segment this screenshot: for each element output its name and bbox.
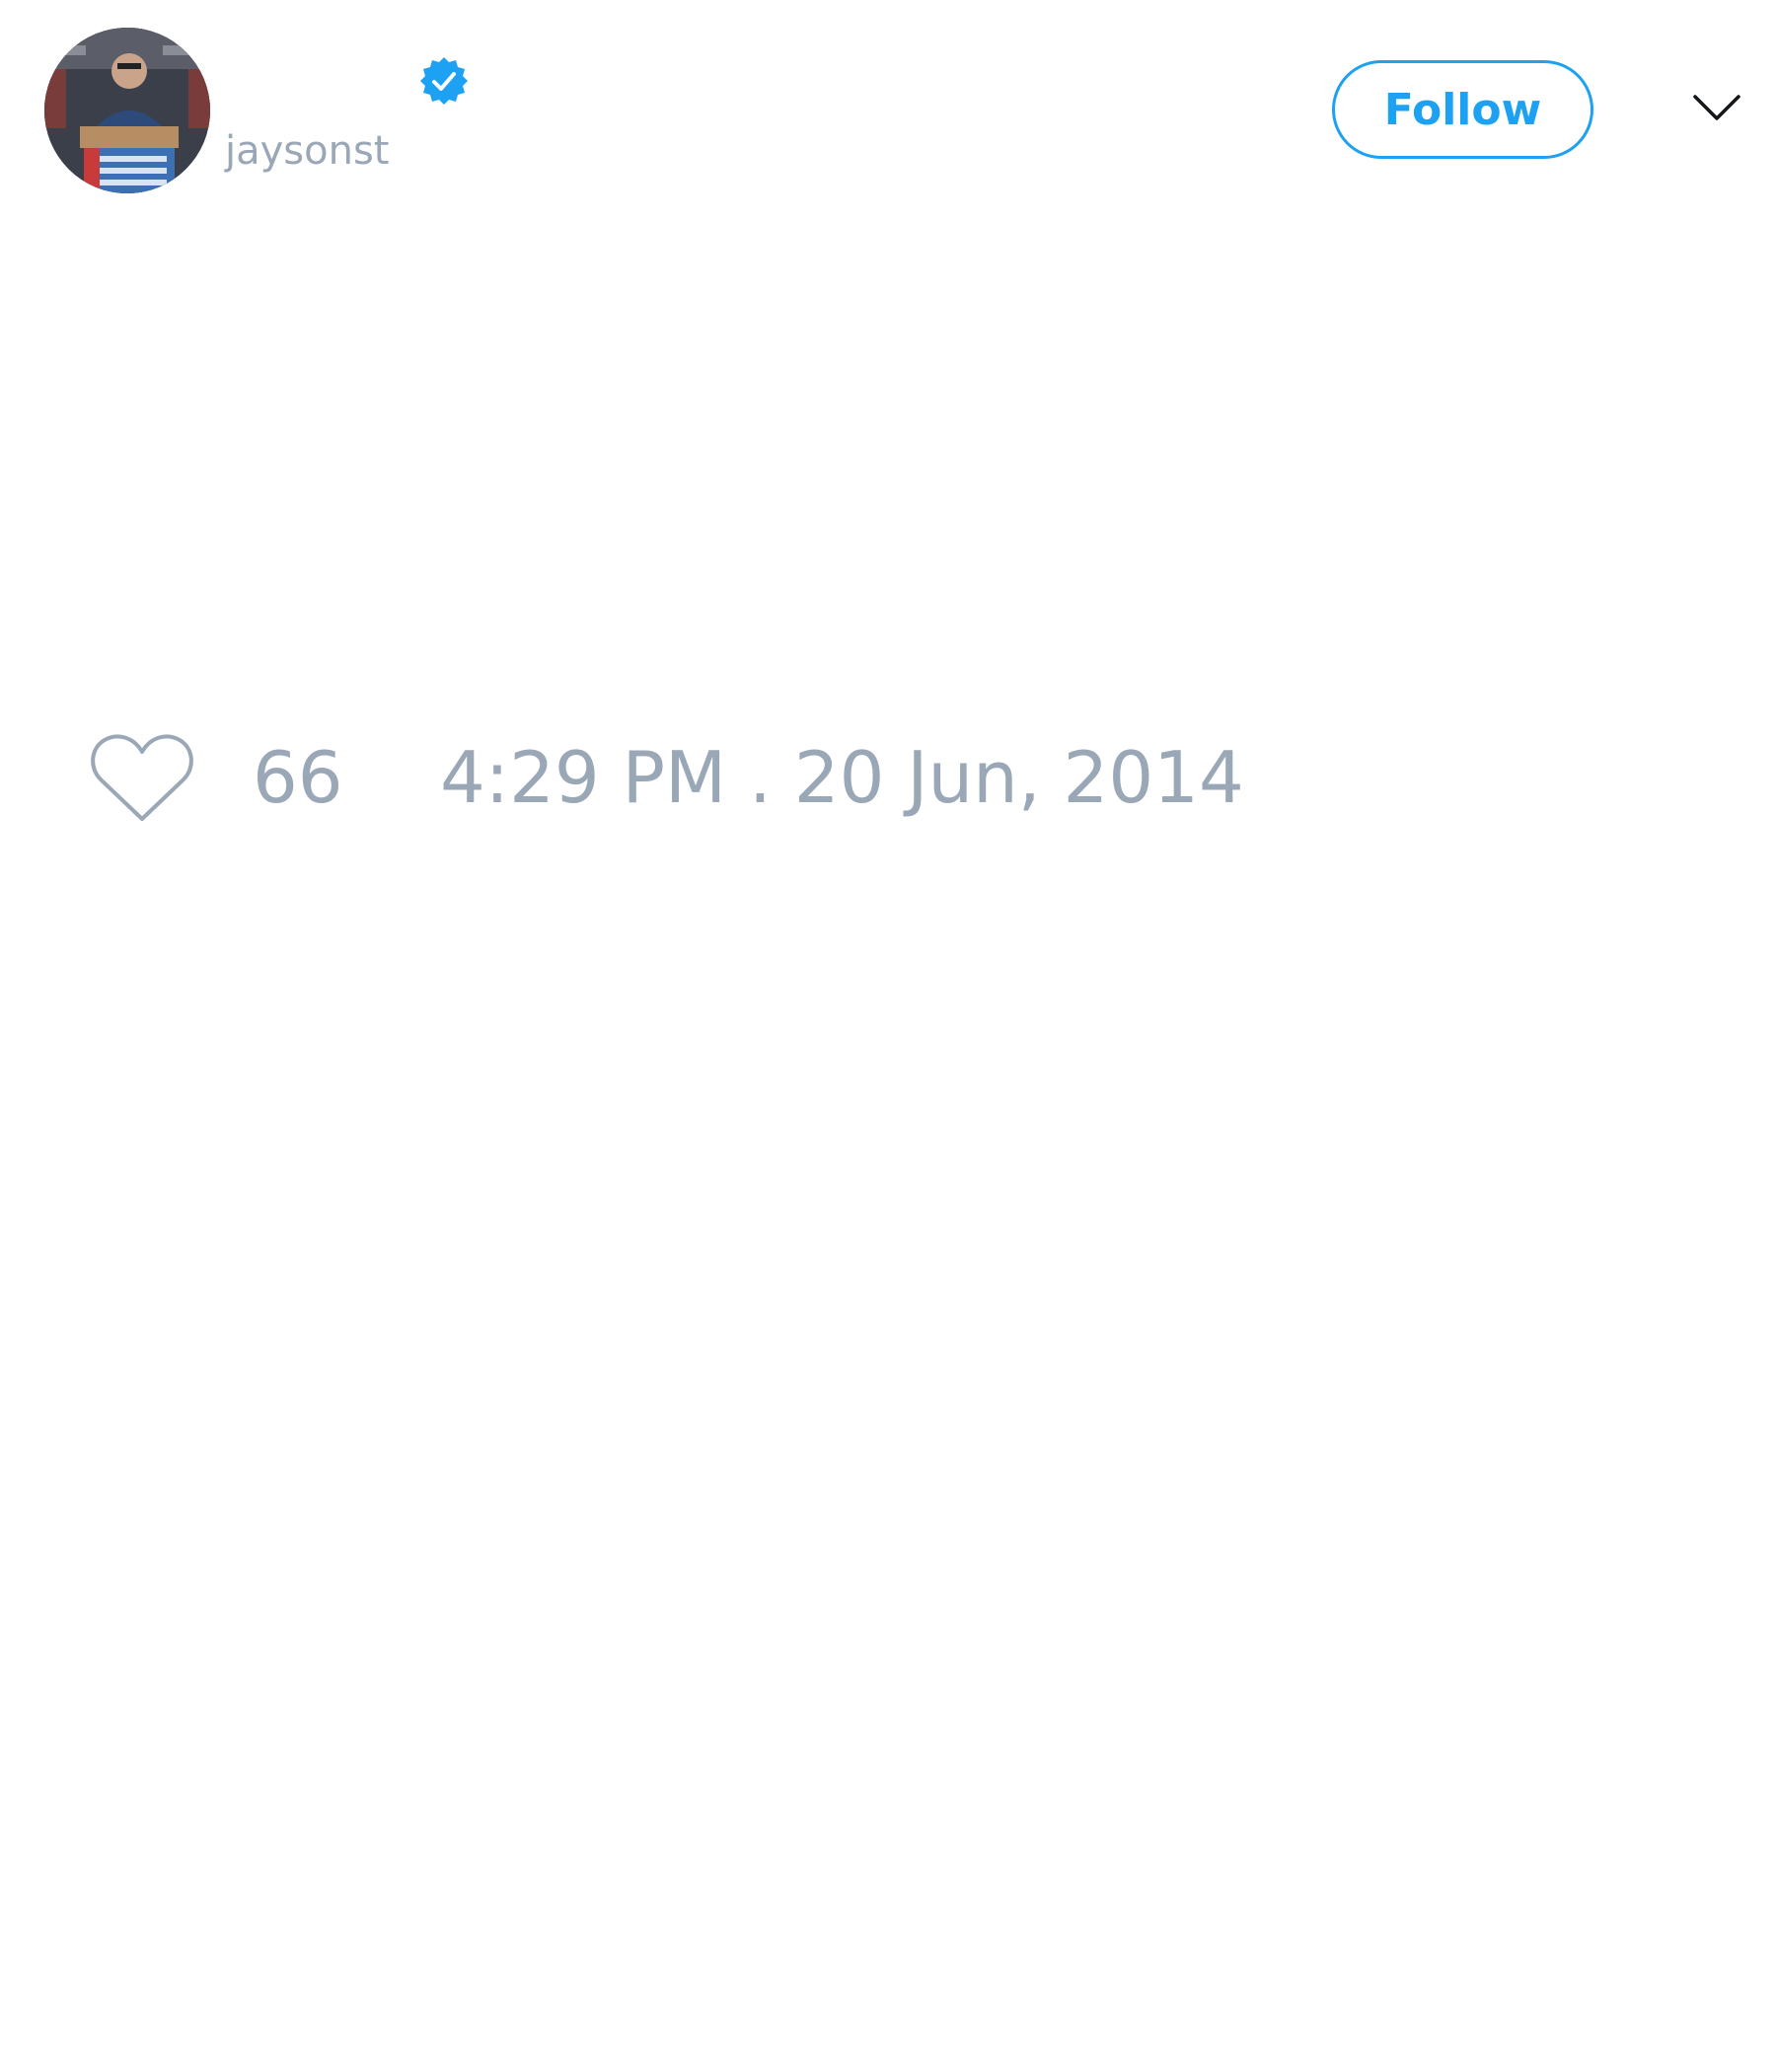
like-count: 66 (253, 736, 343, 819)
tweet-text (44, 227, 1732, 671)
follow-button[interactable]: Follow (1332, 60, 1593, 159)
handle[interactable]: jaysonst (225, 126, 389, 176)
tweet-header: jaysonst Follow (0, 0, 1776, 207)
timestamp[interactable]: 4:29 PM . 20 Jun, 2014 (440, 736, 1244, 819)
heart-icon[interactable] (87, 730, 197, 825)
tweet-card: jaysonst Follow 66 4:29 PM . 20 Jun, 201… (0, 0, 1776, 2072)
avatar[interactable] (44, 28, 210, 193)
avatar-image (44, 28, 210, 193)
tweet-footer: 66 4:29 PM . 20 Jun, 2014 (0, 720, 1776, 829)
verified-badge-icon (418, 55, 470, 107)
chevron-down-icon[interactable] (1691, 87, 1742, 126)
